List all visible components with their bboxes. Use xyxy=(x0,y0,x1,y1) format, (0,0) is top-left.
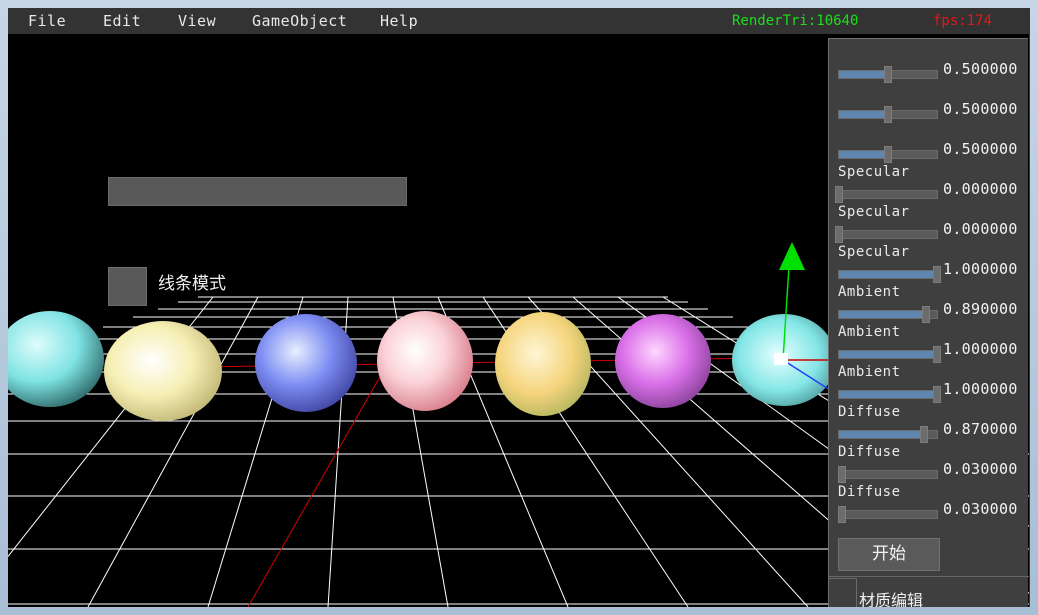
slider-value: 1.000000 xyxy=(943,340,1018,358)
slider-label: Specular xyxy=(838,244,910,260)
line-mode-checkbox[interactable] xyxy=(108,267,147,306)
start-button[interactable]: 开始 xyxy=(838,538,940,571)
slider-row: Ambient 1.000000 xyxy=(829,364,1029,404)
sphere-yellow xyxy=(495,312,591,416)
slider-thumb[interactable] xyxy=(933,346,941,363)
slider-track[interactable] xyxy=(838,386,941,403)
slider-row: Specular 1.000000 xyxy=(829,244,1029,284)
sphere-violet xyxy=(615,314,711,408)
slider-row: 0.500000 xyxy=(829,44,1029,84)
slider-fill xyxy=(839,311,927,318)
menu-edit[interactable]: Edit xyxy=(103,12,141,30)
slider-thumb[interactable] xyxy=(837,466,846,483)
slider-track[interactable] xyxy=(838,146,938,163)
slider-row: Ambient 1.000000 xyxy=(829,324,1029,364)
slider-value: 0.870000 xyxy=(943,420,1018,438)
sphere-periwinkle xyxy=(255,314,357,412)
slider-row: Ambient 0.890000 xyxy=(829,284,1029,324)
menu-bar: File Edit View GameObject Help RenderTri… xyxy=(8,8,1030,34)
slider-track[interactable] xyxy=(837,466,938,483)
slider-thumb[interactable] xyxy=(835,226,843,243)
slider-row: Diffuse 0.030000 xyxy=(829,444,1029,484)
slider-row: Specular 0.000000 xyxy=(829,204,1029,244)
slider-row: 0.500000 xyxy=(829,84,1029,124)
slider-thumb[interactable] xyxy=(922,306,931,323)
slider-fill xyxy=(839,271,937,278)
slider-value: 0.030000 xyxy=(943,500,1018,518)
sphere-cream xyxy=(104,321,222,421)
render-tri-counter: RenderTri:10640 xyxy=(732,13,859,29)
slider-track[interactable] xyxy=(835,186,938,203)
panel-divider xyxy=(829,576,1029,577)
fps-counter: fps:174 xyxy=(933,13,993,29)
material-panel: 0.500000 0.500000 0.500000 Specular 0.000000… xyxy=(828,38,1029,607)
slider-thumb[interactable] xyxy=(884,146,892,163)
slider-track[interactable] xyxy=(838,306,938,323)
slider-track[interactable] xyxy=(838,66,938,83)
slider-label: Ambient xyxy=(838,364,901,380)
slider-track[interactable] xyxy=(835,226,938,243)
slider-track[interactable] xyxy=(837,506,938,523)
text-input-bar[interactable] xyxy=(108,177,407,206)
slider-track[interactable] xyxy=(838,346,941,363)
slider-fill xyxy=(839,351,937,358)
slider-label: Diffuse xyxy=(838,444,901,460)
slider-label: Diffuse xyxy=(838,484,901,500)
sphere-pink xyxy=(377,311,473,411)
slider-row: Diffuse 0.030000 xyxy=(829,484,1029,524)
slider-track[interactable] xyxy=(838,426,938,443)
line-mode-label: 线条模式 xyxy=(158,274,226,294)
slider-value: 0.030000 xyxy=(943,460,1018,478)
slider-track[interactable] xyxy=(838,106,938,123)
slider-value: 1.000000 xyxy=(943,260,1018,278)
slider-fill xyxy=(839,151,888,158)
slider-row: Specular 0.000000 xyxy=(829,164,1029,204)
menu-view[interactable]: View xyxy=(178,12,216,30)
slider-label: Ambient xyxy=(838,324,901,340)
slider-row: 0.500000 xyxy=(829,124,1029,164)
slider-label: Specular xyxy=(838,164,910,180)
slider-thumb[interactable] xyxy=(884,66,892,83)
slider-fill xyxy=(839,71,888,78)
slider-thumb[interactable] xyxy=(933,386,941,403)
slider-label: Diffuse xyxy=(838,404,901,420)
menu-help[interactable]: Help xyxy=(380,12,418,30)
slider-value: 1.000000 xyxy=(943,380,1018,398)
material-edit-label: 材质编辑 xyxy=(859,591,924,607)
slider-value: 0.000000 xyxy=(943,220,1018,238)
slider-label: Ambient xyxy=(838,284,901,300)
scene-viewport[interactable]: 线条模式 0.500000 0.500000 0.500000 Specular 0.0… xyxy=(8,34,1030,607)
slider-value: 0.500000 xyxy=(943,140,1018,158)
slider-label: Specular xyxy=(838,204,910,220)
viewport-right-edge xyxy=(1029,34,1030,607)
slider-value: 0.500000 xyxy=(943,60,1018,78)
slider-fill xyxy=(839,391,937,398)
slider-value: 0.500000 xyxy=(943,100,1018,118)
slider-fill xyxy=(839,431,925,438)
slider-thumb[interactable] xyxy=(837,506,846,523)
slider-thumb[interactable] xyxy=(933,266,941,283)
slider-thumb[interactable] xyxy=(920,426,929,443)
slider-track[interactable] xyxy=(838,266,941,283)
slider-value: 0.000000 xyxy=(943,180,1018,198)
slider-row: Diffuse 0.870000 xyxy=(829,404,1029,444)
slider-value: 0.890000 xyxy=(943,300,1018,318)
menu-file[interactable]: File xyxy=(28,12,66,30)
slider-fill xyxy=(839,111,888,118)
slider-thumb[interactable] xyxy=(835,186,843,203)
menu-gameobject[interactable]: GameObject xyxy=(252,12,347,30)
slider-thumb[interactable] xyxy=(884,106,892,123)
material-toggle[interactable] xyxy=(829,578,857,607)
